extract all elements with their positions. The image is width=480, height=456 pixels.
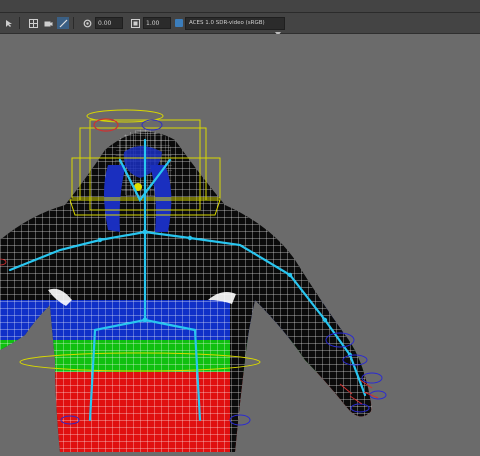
viewport-toolbar: 0.00 1.00 ACES 1.0 SDR-video (sRGB): [0, 13, 480, 36]
3d-viewport[interactable]: [0, 34, 480, 452]
color-management-icon[interactable]: [175, 19, 183, 27]
toolbar-separator: [73, 17, 74, 29]
color-space-dropdown[interactable]: ACES 1.0 SDR-video (sRGB): [185, 16, 285, 36]
exposure-icon[interactable]: [81, 17, 93, 29]
character-rig-view: [0, 109, 387, 452]
gamma-icon[interactable]: [129, 17, 141, 29]
toolbar-separator: [19, 17, 20, 29]
snap-icon[interactable]: [57, 17, 69, 29]
select-icon[interactable]: [3, 17, 15, 29]
camera-icon[interactable]: [42, 17, 54, 29]
grid-icon[interactable]: [27, 17, 39, 29]
menu-strip: [0, 0, 480, 13]
exposure-field[interactable]: 0.00: [95, 17, 123, 29]
color-space-label: ACES 1.0 SDR-video (sRGB): [189, 20, 265, 26]
gamma-field[interactable]: 1.00: [143, 17, 171, 29]
